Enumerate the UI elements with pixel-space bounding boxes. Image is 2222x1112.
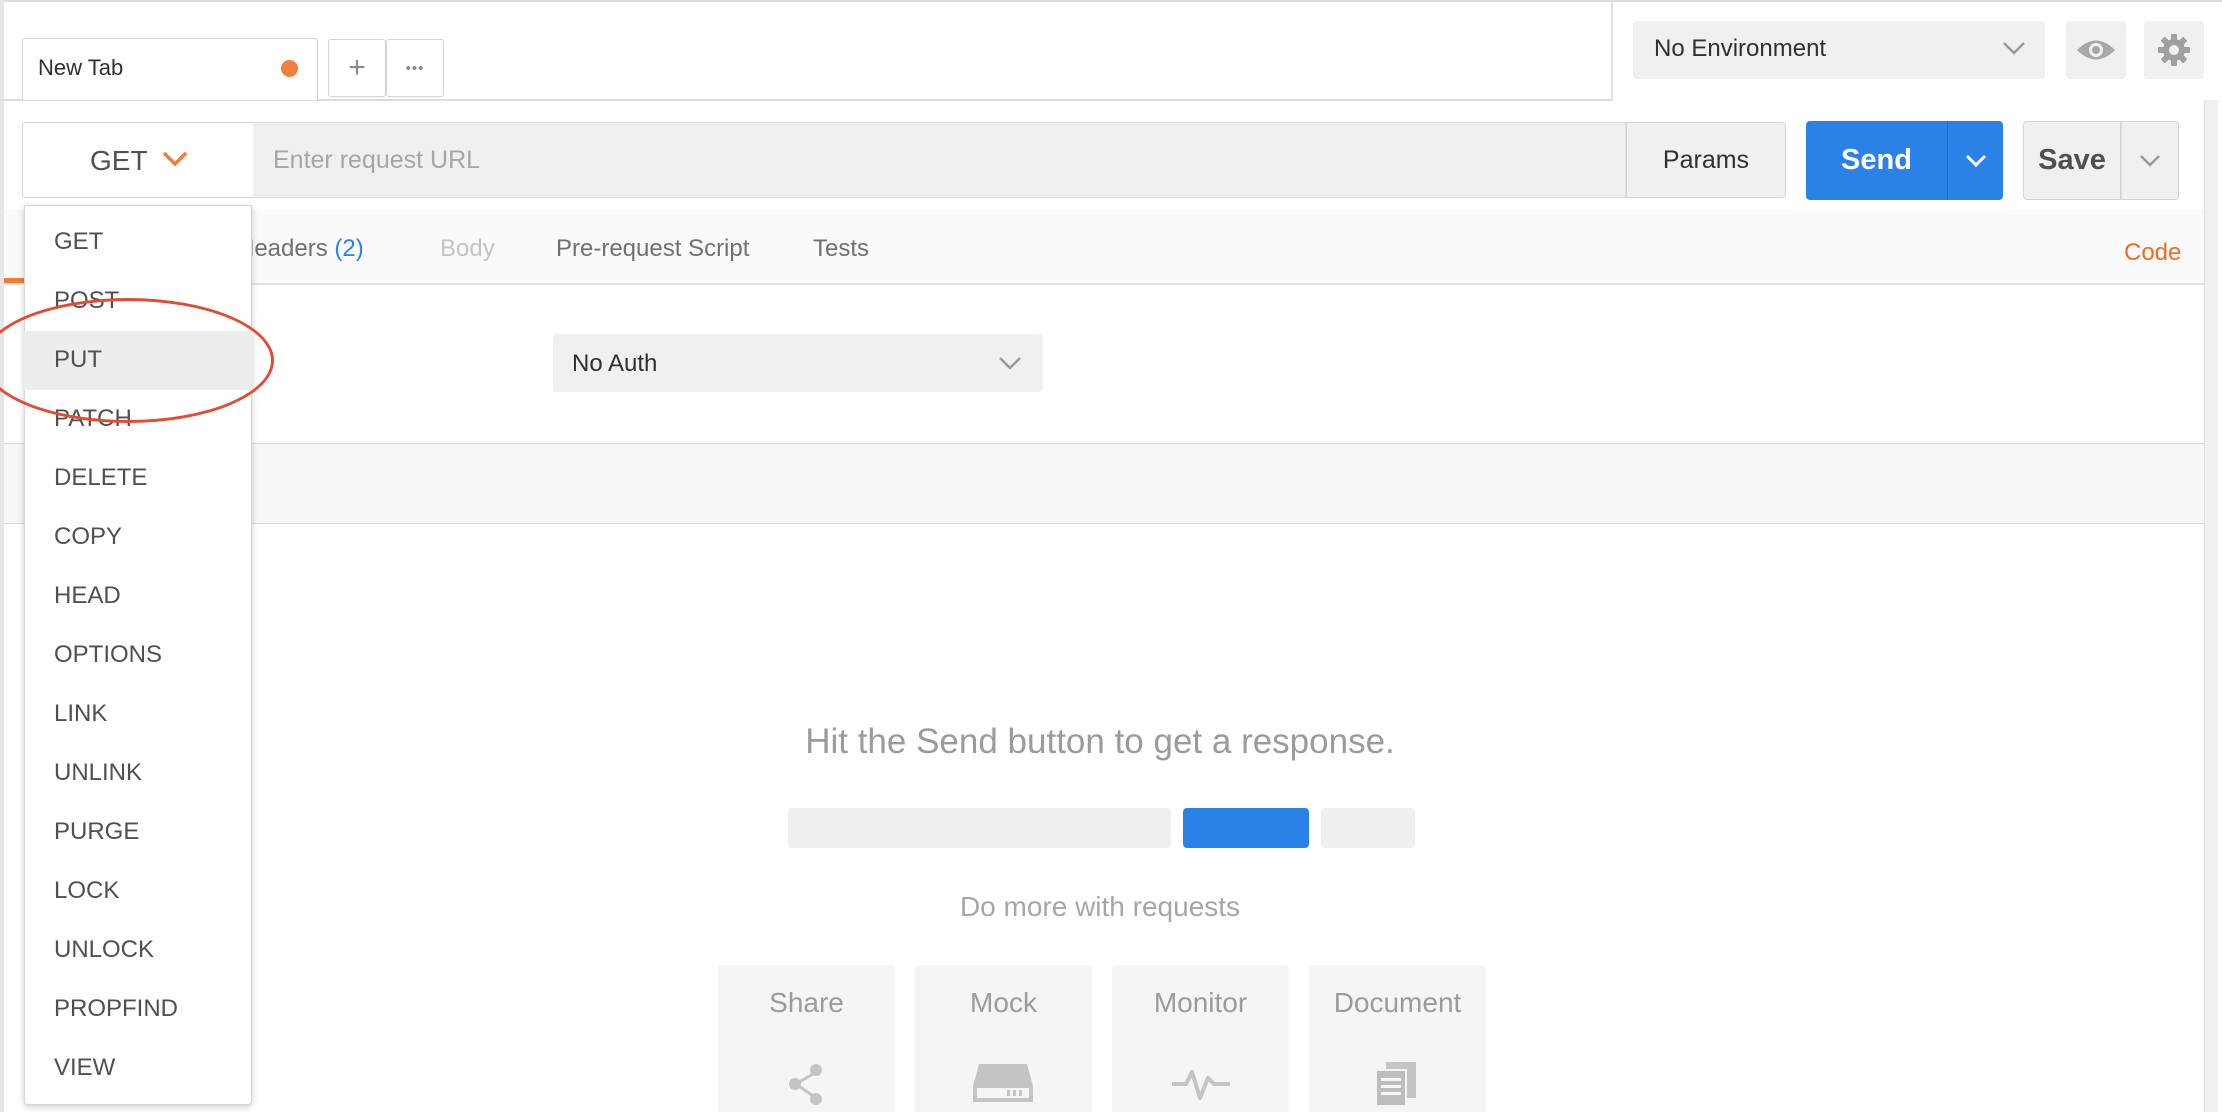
request-url-input[interactable] bbox=[253, 122, 1626, 198]
method-option-label: UNLINK bbox=[54, 759, 143, 786]
method-option-view[interactable]: VIEW bbox=[24, 1039, 252, 1098]
method-option-label: HEAD bbox=[54, 582, 121, 609]
headers-count-badge: (2) bbox=[334, 235, 364, 262]
settings-button[interactable] bbox=[2144, 21, 2204, 79]
plus-icon: + bbox=[348, 51, 366, 84]
params-button[interactable]: Params bbox=[1626, 122, 1786, 198]
method-option-label: PROPFIND bbox=[54, 995, 179, 1022]
method-option-label: PUT bbox=[54, 346, 102, 373]
new-tab-button[interactable]: + bbox=[328, 39, 386, 97]
method-option-label: LINK bbox=[54, 700, 108, 727]
share-card-label: Share bbox=[769, 987, 844, 1018]
method-option-lock[interactable]: LOCK bbox=[24, 862, 252, 921]
response-header-bar bbox=[4, 443, 2204, 524]
tab-body[interactable]: Body bbox=[440, 235, 495, 263]
auth-selected-label: No Auth bbox=[572, 350, 658, 377]
tab-options-button[interactable]: ••• bbox=[386, 39, 444, 97]
method-option-link[interactable]: LINK bbox=[24, 685, 252, 744]
placeholder-send-bar bbox=[1183, 808, 1309, 848]
method-option-label: OPTIONS bbox=[54, 641, 163, 668]
method-option-put[interactable]: PUT bbox=[24, 331, 252, 390]
do-more-message: Do more with requests bbox=[959, 891, 1241, 922]
mock-card-label: Mock bbox=[970, 987, 1037, 1018]
method-option-label: GET bbox=[54, 228, 104, 255]
window-top-border bbox=[0, 0, 2222, 2]
method-option-head[interactable]: HEAD bbox=[24, 567, 252, 626]
save-label: Save bbox=[2038, 144, 2106, 176]
method-option-get[interactable]: GET bbox=[24, 213, 252, 272]
method-option-label: LOCK bbox=[54, 877, 120, 904]
chevron-down-icon bbox=[2140, 154, 2160, 167]
method-option-label: COPY bbox=[54, 523, 123, 550]
scrollbar-track[interactable] bbox=[2204, 100, 2218, 1112]
send-label: Send bbox=[1841, 144, 1912, 176]
response-empty-message: Hit the Send button to get a response. bbox=[805, 722, 1395, 761]
code-link[interactable]: Code bbox=[2124, 239, 2181, 267]
tab-pre-request-script[interactable]: Pre-request Script bbox=[556, 235, 749, 263]
left-edge bbox=[0, 0, 4, 1112]
environment-divider bbox=[1611, 0, 1613, 100]
tab-headers[interactable]: Headers (2) bbox=[237, 235, 364, 263]
chevron-down-icon bbox=[2003, 42, 2025, 55]
subtabs-divider bbox=[4, 283, 2204, 285]
mock-server-icon bbox=[973, 1064, 1033, 1102]
chevron-down-icon bbox=[162, 151, 188, 167]
more-dots-icon: ••• bbox=[405, 59, 425, 77]
send-button[interactable]: Send bbox=[1806, 121, 1947, 200]
method-option-patch[interactable]: PATCH bbox=[24, 390, 252, 449]
send-options-button[interactable] bbox=[1947, 121, 2003, 200]
save-button[interactable]: Save bbox=[2023, 121, 2121, 200]
method-option-label: DELETE bbox=[54, 464, 148, 491]
placeholder-save-bar bbox=[1321, 808, 1415, 848]
method-option-label: UNLOCK bbox=[54, 936, 155, 963]
share-icon bbox=[789, 1064, 822, 1105]
method-option-label: PURGE bbox=[54, 818, 140, 845]
method-option-label: POST bbox=[54, 287, 120, 314]
chevron-down-icon bbox=[999, 357, 1021, 370]
method-option-label: PATCH bbox=[54, 405, 132, 432]
monitor-card-label: Monitor bbox=[1153, 987, 1248, 1018]
document-card-label: Document bbox=[1333, 987, 1462, 1018]
method-option-delete[interactable]: DELETE bbox=[24, 449, 252, 508]
method-selected-label: GET bbox=[90, 145, 148, 176]
method-option-post[interactable]: POST bbox=[24, 272, 252, 331]
eye-icon bbox=[2077, 40, 2115, 60]
method-option-unlink[interactable]: UNLINK bbox=[24, 744, 252, 803]
method-option-propfind[interactable]: PROPFIND bbox=[24, 980, 252, 1039]
method-option-purge[interactable]: PURGE bbox=[24, 803, 252, 862]
tab-tests[interactable]: Tests bbox=[813, 235, 869, 263]
placeholder-url-bar bbox=[788, 808, 1171, 848]
method-option-unlock[interactable]: UNLOCK bbox=[24, 921, 252, 980]
monitor-icon bbox=[1172, 1070, 1230, 1100]
tab-label: New Tab bbox=[38, 55, 124, 80]
document-icon bbox=[1375, 1062, 1416, 1106]
unsaved-dot-icon[interactable] bbox=[281, 60, 298, 77]
method-option-label: VIEW bbox=[54, 1054, 116, 1081]
environment-quick-look-button[interactable] bbox=[2066, 21, 2126, 79]
method-option-copy[interactable]: COPY bbox=[24, 508, 252, 567]
gear-icon bbox=[2158, 34, 2190, 66]
save-options-button[interactable] bbox=[2121, 121, 2179, 200]
chevron-down-icon bbox=[1965, 154, 1986, 167]
method-option-options[interactable]: OPTIONS bbox=[24, 626, 252, 685]
environment-selected-label: No Environment bbox=[1654, 35, 1827, 62]
params-label: Params bbox=[1662, 145, 1750, 174]
